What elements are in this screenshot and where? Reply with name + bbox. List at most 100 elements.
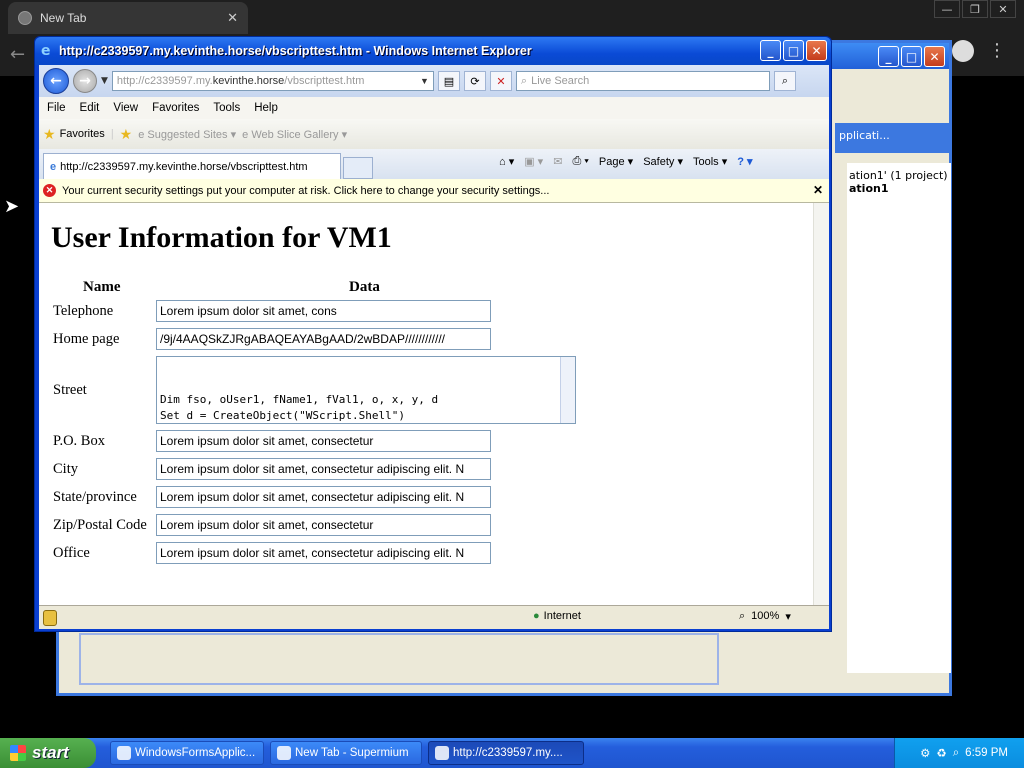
home-icon[interactable]: ⌂ ▾ (499, 155, 514, 168)
minimize-button[interactable]: _ (878, 46, 899, 67)
street-textarea[interactable]: Dim fso, oUser1, fName1, fVal1, o, x, y,… (156, 356, 576, 424)
menu-view[interactable]: View (113, 102, 138, 114)
stop-icon[interactable]: ✕ (489, 71, 512, 91)
favorites-button[interactable]: ★ Favorites (43, 126, 105, 143)
back-arrow-icon[interactable]: ← (10, 44, 25, 65)
system-tray: ⚙ ♻ ⌕ 6:59 PM (894, 738, 1024, 768)
label-state-province: State/province (53, 489, 137, 505)
menu-favorites[interactable]: Favorites (152, 102, 199, 114)
add-favorite-icon[interactable]: ★ (120, 126, 133, 143)
avatar[interactable] (952, 40, 974, 62)
taskbar-button-supermium[interactable]: New Tab - Supermium (270, 741, 422, 765)
search-button[interactable]: ⌕ (773, 71, 796, 91)
restore-button[interactable]: ❐ (962, 0, 988, 18)
clock[interactable]: 6:59 PM (965, 747, 1008, 759)
home-page-field[interactable]: /9j/4AAQSkZJRgABAQEAYABgAAD/2wBDAP//////… (156, 328, 491, 350)
state-province-field[interactable]: Lorem ipsum dolor sit amet, consectetur … (156, 486, 491, 508)
info-bar-text: Your current security settings put your … (62, 184, 550, 197)
ie-tab[interactable]: e http://c2339597.my.kevinthe.horse/vbscr… (43, 153, 341, 179)
ie-logo-icon: e (41, 43, 51, 59)
back-button[interactable]: ← (43, 68, 69, 94)
label-telephone: Telephone (53, 303, 114, 319)
telephone-field[interactable]: Lorem ipsum dolor sit amet, cons (156, 300, 491, 322)
safety-menu[interactable]: Safety ▾ (643, 155, 683, 168)
search-input[interactable]: ⌕ Live Search (515, 71, 770, 91)
suggested-sites-label: Suggested Sites (147, 128, 228, 141)
menu-bar: File Edit View Favorites Tools Help (39, 97, 829, 119)
dropdown-icon[interactable]: ▼ (420, 76, 429, 86)
page-title: User Information for VM1 (51, 221, 392, 254)
office-field[interactable]: Lorem ipsum dolor sit amet, consectetur … (156, 542, 491, 564)
label-zip-postal-code: Zip/Postal Code (53, 517, 147, 533)
project-line[interactable]: ation1 (849, 182, 889, 195)
taskbar-button-windowsforms[interactable]: WindowsFormsApplic... (110, 741, 264, 765)
close-info-bar-icon[interactable]: ✕ (813, 183, 823, 197)
zoom-control[interactable]: ⌕ 100% ▾ (739, 610, 791, 623)
minimize-button[interactable]: _ (760, 40, 781, 61)
address-bar[interactable]: http://c2339597.my. kevinthe.horse/vbscri… (111, 71, 434, 91)
windows-logo-icon (10, 745, 26, 761)
suggested-sites-link[interactable]: e Suggested Sites ▾ (138, 128, 236, 141)
menu-edit[interactable]: Edit (80, 102, 100, 114)
label-office: Office (53, 545, 90, 561)
security-info-bar[interactable]: ✕ Your current security settings put you… (39, 179, 829, 203)
compatibility-icon[interactable]: ▤ (437, 71, 460, 91)
forward-button[interactable]: → (73, 69, 97, 93)
ie-window-controls: _ □ ✕ (760, 40, 827, 61)
city-field[interactable]: Lorem ipsum dolor sit amet, consectetur … (156, 458, 491, 480)
address-prefix: http://c2339597.my. (116, 75, 213, 87)
start-button[interactable]: start (0, 738, 96, 768)
taskbar-label: http://c2339597.my.... (453, 747, 563, 759)
ie-icon (435, 746, 449, 760)
tray-icon[interactable]: ⌕ (953, 747, 959, 760)
address-host: kevinthe.horse (212, 75, 285, 87)
browser-tab[interactable]: New Tab ✕ (8, 2, 248, 34)
command-bar: ⌂ ▾ ▣ ▾ ✉ ⎙ ▾ Page ▾ Safety ▾ Tools ▾ ? … (499, 155, 753, 168)
solution-explorer: ation1' (1 project) ation1 (847, 163, 951, 673)
po-box-field[interactable]: Lorem ipsum dolor sit amet, consectetur (156, 430, 491, 452)
read-mail-icon[interactable]: ✉ (553, 155, 562, 168)
menu-tools[interactable]: Tools (213, 102, 240, 114)
browser-toolbar-right: ⋮ (952, 40, 1006, 62)
close-button[interactable]: ✕ (806, 40, 827, 61)
vs-window-controls: _ □ ✕ (878, 46, 945, 67)
maximize-button[interactable]: □ (901, 46, 922, 67)
close-icon[interactable]: ✕ (227, 10, 238, 26)
security-zone[interactable]: ● Internet (533, 610, 581, 622)
favorites-bar: ★ Favorites | ★ e Suggested Sites ▾ e Web… (39, 119, 829, 149)
address-toolbar: ← → ▼ http://c2339597.my. kevinthe.horse /… (39, 65, 829, 97)
maximize-button[interactable]: □ (783, 40, 804, 61)
page-content: User Information for VM1 Name Data Telep… (39, 203, 829, 605)
feeds-icon[interactable]: ▣ ▾ (524, 155, 543, 168)
print-icon[interactable]: ⎙ ▾ (572, 155, 588, 168)
new-tab-button[interactable] (343, 157, 373, 179)
solution-line[interactable]: ation1' (1 project) (849, 169, 949, 182)
recent-pages-icon[interactable]: ▼ (101, 76, 108, 86)
menu-file[interactable]: File (47, 102, 66, 114)
shield-icon[interactable] (43, 610, 57, 626)
help-icon[interactable]: ? ▾ (737, 155, 752, 168)
page-scrollbar[interactable] (813, 203, 829, 605)
minimize-button[interactable]: — (934, 0, 960, 18)
taskbar-label: New Tab - Supermium (295, 747, 409, 759)
refresh-icon[interactable]: ⟳ (463, 71, 486, 91)
status-bar: ● Internet ⌕ 100% ▾ (39, 605, 829, 629)
search-placeholder: Live Search (531, 75, 590, 87)
label-city: City (53, 461, 78, 477)
textarea-scrollbar[interactable] (560, 357, 575, 423)
safety-menu-label: Safety (643, 156, 675, 168)
tray-icon[interactable]: ⚙ (920, 746, 930, 760)
close-window-button[interactable]: ✕ (990, 0, 1016, 18)
taskbar: start WindowsFormsApplic... New Tab - Su… (0, 738, 1024, 768)
more-menu-icon[interactable]: ⋮ (988, 42, 1006, 60)
web-slice-gallery-link[interactable]: e Web Slice Gallery ▾ (242, 128, 347, 141)
taskbar-button-ie[interactable]: http://c2339597.my.... (428, 741, 584, 765)
close-button[interactable]: ✕ (924, 46, 945, 67)
zip-postal-code-field[interactable]: Lorem ipsum dolor sit amet, consectetur (156, 514, 491, 536)
menu-help[interactable]: Help (254, 102, 278, 114)
page-menu[interactable]: Page ▾ (599, 155, 633, 168)
tools-menu[interactable]: Tools ▾ (693, 155, 727, 168)
ie-tab-title: http://c2339597.my.kevinthe.horse/vbscri… (60, 160, 308, 173)
host-window-controls: — ❐ ✕ (932, 0, 1016, 18)
tray-icon[interactable]: ♻ (936, 746, 946, 760)
